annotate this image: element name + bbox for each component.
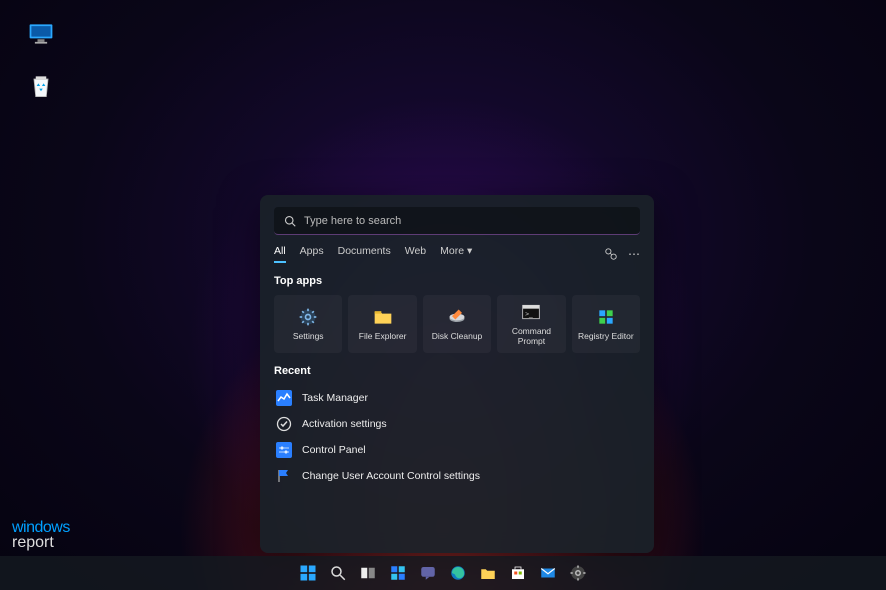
gear-icon (298, 307, 318, 327)
recent-uac-settings[interactable]: Change User Account Control settings (274, 463, 640, 489)
desktop-this-pc-icon[interactable] (20, 20, 62, 68)
recent-task-manager[interactable]: Task Manager (274, 385, 640, 411)
svg-text:>_: >_ (526, 311, 534, 318)
recent-control-panel-label: Control Panel (302, 444, 366, 456)
folder-icon (373, 307, 393, 327)
tab-more[interactable]: More ▾ (440, 245, 472, 263)
watermark: windows report (12, 520, 70, 550)
app-file-explorer[interactable]: File Explorer (348, 295, 416, 353)
app-registry-editor-label: Registry Editor (578, 331, 634, 341)
recent-activation-label: Activation settings (302, 418, 387, 430)
checkmark-circle-icon (276, 416, 292, 432)
tab-apps[interactable]: Apps (300, 245, 324, 263)
app-disk-cleanup[interactable]: Disk Cleanup (423, 295, 491, 353)
watermark-line2: report (12, 535, 70, 550)
app-settings-label: Settings (293, 331, 324, 341)
registry-icon (596, 307, 616, 327)
app-settings[interactable]: Settings (274, 295, 342, 353)
control-panel-icon (276, 442, 292, 458)
chevron-down-icon: ▾ (467, 245, 472, 257)
app-file-explorer-label: File Explorer (359, 331, 407, 341)
taskbar-edge[interactable] (446, 561, 470, 585)
taskbar-settings[interactable] (566, 561, 590, 585)
disk-cleanup-icon (447, 307, 467, 327)
desktop-recycle-bin-icon[interactable] (20, 72, 62, 120)
app-command-prompt-label: Command Prompt (497, 326, 565, 346)
active-tab-underline (274, 261, 286, 263)
search-box[interactable] (274, 207, 640, 235)
recent-task-manager-label: Task Manager (302, 392, 368, 404)
uac-flag-icon (276, 468, 292, 484)
taskbar-search-button[interactable] (326, 561, 350, 585)
task-manager-icon (276, 390, 292, 406)
taskbar-store[interactable] (506, 561, 530, 585)
taskbar (0, 556, 886, 590)
search-input[interactable] (304, 215, 630, 227)
section-recent-label: Recent (274, 365, 640, 377)
more-options-icon[interactable]: ⋯ (628, 247, 640, 261)
recent-uac-label: Change User Account Control settings (302, 470, 480, 482)
top-apps-grid: Settings File Explorer Disk Cleanup >_ C… (274, 295, 640, 353)
start-button[interactable] (296, 561, 320, 585)
search-icon (284, 215, 296, 227)
search-tabs: All Apps Documents Web More ▾ ⋯ (274, 245, 640, 263)
recent-list: Task Manager Activation settings Control… (274, 385, 640, 489)
taskbar-task-view[interactable] (356, 561, 380, 585)
tab-documents[interactable]: Documents (338, 245, 391, 263)
start-search-panel: All Apps Documents Web More ▾ ⋯ Top apps… (260, 195, 654, 553)
terminal-icon: >_ (521, 302, 541, 322)
taskbar-widgets[interactable] (386, 561, 410, 585)
taskbar-mail[interactable] (536, 561, 560, 585)
app-command-prompt[interactable]: >_ Command Prompt (497, 295, 565, 353)
app-registry-editor[interactable]: Registry Editor (572, 295, 640, 353)
section-top-apps-label: Top apps (274, 275, 640, 287)
account-icon[interactable] (604, 247, 618, 261)
tab-web[interactable]: Web (405, 245, 426, 263)
taskbar-file-explorer[interactable] (476, 561, 500, 585)
recent-activation-settings[interactable]: Activation settings (274, 411, 640, 437)
app-disk-cleanup-label: Disk Cleanup (432, 331, 483, 341)
taskbar-chat[interactable] (416, 561, 440, 585)
watermark-line1: windows (12, 520, 70, 535)
recent-control-panel[interactable]: Control Panel (274, 437, 640, 463)
